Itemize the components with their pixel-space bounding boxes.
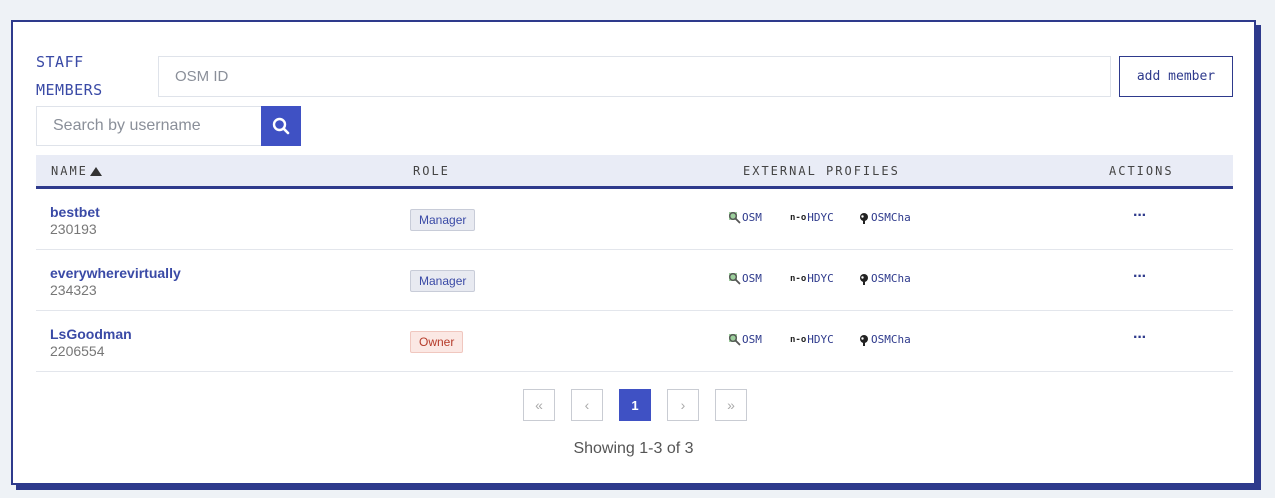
hdyc-profile-link[interactable]: n-o HDYC — [790, 211, 834, 224]
osm-magnifier-icon — [728, 272, 741, 285]
row-actions-button[interactable]: ··· — [1133, 268, 1147, 286]
row-actions-button[interactable]: ··· — [1133, 207, 1147, 225]
column-header-name[interactable]: NAME — [51, 164, 102, 178]
title-line-1: STAFF — [36, 53, 84, 71]
add-member-button[interactable]: add member — [1119, 56, 1233, 97]
osm-profile-link[interactable]: OSM — [728, 272, 762, 285]
osm-profile-link[interactable]: OSM — [728, 211, 762, 224]
osmcha-link-label: OSMCha — [871, 333, 911, 346]
osm-link-label: OSM — [742, 333, 762, 346]
row-actions-button[interactable]: ··· — [1133, 329, 1147, 347]
role-badge: Owner — [410, 331, 464, 353]
osm-magnifier-icon — [728, 333, 741, 346]
hdyc-link-label: HDYC — [807, 272, 834, 285]
osmcha-icon — [858, 334, 870, 346]
page-title: STAFF MEMBERS — [36, 48, 103, 104]
search-button[interactable] — [261, 106, 301, 146]
hdyc-link-label: HDYC — [807, 211, 834, 224]
osmcha-icon — [858, 273, 870, 285]
osmcha-profile-link[interactable]: OSMCha — [858, 211, 911, 224]
hdyc-icon: n-o — [790, 334, 807, 345]
hdyc-icon: n-o — [790, 273, 807, 284]
search-input[interactable] — [36, 106, 261, 146]
user-id: 230193 — [50, 221, 97, 237]
table-row: bestbet 230193 Manager OSM n-o HDYC OSMC… — [36, 189, 1233, 250]
user-id: 2206554 — [50, 343, 105, 359]
table-row: everywherevirtually 234323 Manager OSM n… — [36, 250, 1233, 311]
osmcha-profile-link[interactable]: OSMCha — [858, 272, 911, 285]
prev-page-button[interactable]: ‹ — [571, 389, 603, 421]
osmcha-profile-link[interactable]: OSMCha — [858, 333, 911, 346]
column-header-external-profiles: EXTERNAL PROFILES — [743, 164, 900, 178]
hdyc-profile-link[interactable]: n-o HDYC — [790, 272, 834, 285]
osm-profile-link[interactable]: OSM — [728, 333, 762, 346]
osm-link-label: OSM — [742, 272, 762, 285]
osm-magnifier-icon — [728, 211, 741, 224]
table-header: NAME ROLE EXTERNAL PROFILES ACTIONS — [36, 155, 1233, 189]
osmcha-link-label: OSMCha — [871, 211, 911, 224]
osmcha-icon — [858, 212, 870, 224]
sort-ascending-icon — [89, 166, 102, 176]
first-page-button[interactable]: « — [523, 389, 555, 421]
osm-link-label: OSM — [742, 211, 762, 224]
search-icon — [272, 117, 290, 135]
role-badge: Manager — [410, 209, 476, 231]
column-name-label: NAME — [51, 164, 88, 178]
title-line-2: MEMBERS — [36, 81, 103, 99]
osm-id-input[interactable] — [158, 56, 1111, 97]
column-header-role: ROLE — [413, 164, 450, 178]
table-row: LsGoodman 2206554 Owner OSM n-o HDYC OSM… — [36, 311, 1233, 372]
hdyc-icon: n-o — [790, 212, 807, 223]
page-1-button[interactable]: 1 — [619, 389, 651, 421]
pagination-summary: Showing 1-3 of 3 — [573, 440, 694, 457]
user-id: 234323 — [50, 282, 97, 298]
username-link[interactable]: everywherevirtually — [50, 265, 181, 281]
username-link[interactable]: bestbet — [50, 204, 100, 220]
column-header-actions: ACTIONS — [1109, 164, 1174, 178]
role-badge: Manager — [410, 270, 476, 292]
osmcha-link-label: OSMCha — [871, 272, 911, 285]
staff-members-card: STAFF MEMBERS add member NAME ROLE EXTER… — [11, 20, 1256, 485]
hdyc-profile-link[interactable]: n-o HDYC — [790, 333, 834, 346]
last-page-button[interactable]: » — [715, 389, 747, 421]
hdyc-link-label: HDYC — [807, 333, 834, 346]
username-link[interactable]: LsGoodman — [50, 326, 132, 342]
next-page-button[interactable]: › — [667, 389, 699, 421]
